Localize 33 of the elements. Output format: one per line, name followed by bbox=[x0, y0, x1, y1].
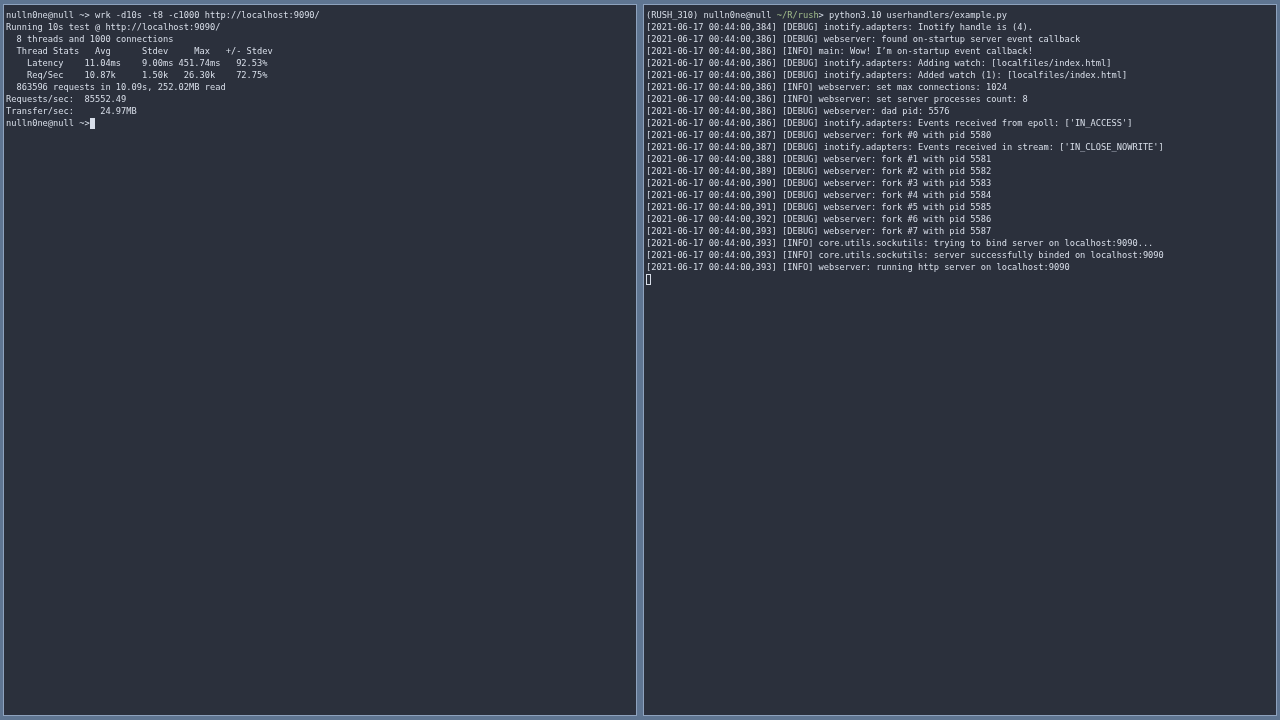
terminal-line: [2021-06-17 00:44:00,386] [INFO] webserver: set max connections: 1024 bbox=[646, 81, 1008, 93]
terminal-line: [2021-06-17 00:44:00,393] [INFO] core.utils.sockutils: server successfully binded on localhost:9090 bbox=[646, 249, 1165, 261]
prompt-text: nulln0ne@null ~> bbox=[6, 117, 90, 129]
terminal-pane[interactable] bbox=[643, 4, 1277, 716]
terminal-line: Requests/sec: 85552.49 bbox=[6, 93, 128, 105]
terminal-line: [2021-06-17 00:44:00,386] [INFO] webserver: set server processes count: 8 bbox=[646, 93, 1029, 105]
terminal-line: [2021-06-17 00:44:00,390] [DEBUG] webserver: fork #3 with pid 5583 bbox=[646, 177, 993, 189]
terminal-line: [2021-06-17 00:44:00,387] [DEBUG] inotify.adapters: Events received in stream: ['IN_CLOSE_NOWRITE'] bbox=[646, 141, 1165, 153]
terminal-line: Latency 11.04ms 9.00ms 451.74ms 92.53% bbox=[25, 57, 269, 69]
prompt-line: (RUSH_310) nulln0ne@null ~/R/rush> python3.10 userhandlers/example.py bbox=[646, 9, 1008, 21]
terminal-line: [2021-06-17 00:44:00,391] [DEBUG] webserver: fork #5 with pid 5585 bbox=[646, 201, 993, 213]
terminal-line: [2021-06-17 00:44:00,392] [DEBUG] webserver: fork #6 with pid 5586 bbox=[646, 213, 993, 225]
terminal-line: [2021-06-17 00:44:00,387] [DEBUG] webserver: fork #0 with pid 5580 bbox=[646, 129, 993, 141]
terminal-line: 8 threads and 1000 connections bbox=[15, 33, 175, 45]
terminal-line: [2021-06-17 00:44:00,384] [DEBUG] inotify.adapters: Inotify handle is (4). bbox=[646, 21, 1035, 33]
terminal-line: [2021-06-17 00:44:00,386] [DEBUG] webserver: found on-startup server event callback bbox=[646, 33, 1082, 45]
terminal-line: nulln0ne@null ~> wrk -d10s -t8 -c1000 http://localhost:9090/ bbox=[6, 9, 321, 21]
terminal-line: [2021-06-17 00:44:00,388] [DEBUG] webserver: fork #1 with pid 5581 bbox=[646, 153, 993, 165]
terminal-line: Running 10s test @ http://localhost:9090/ bbox=[6, 21, 222, 33]
terminal-line: Transfer/sec: 24.97MB bbox=[6, 105, 138, 117]
terminal-line: 863596 requests in 10.09s, 252.02MB read bbox=[15, 81, 227, 93]
terminal-line: Thread Stats Avg Stdev Max +/- Stdev bbox=[15, 45, 274, 57]
terminal-line: [2021-06-17 00:44:00,389] [DEBUG] webserver: fork #2 with pid 5582 bbox=[646, 165, 993, 177]
terminal-line: [2021-06-17 00:44:00,393] [INFO] core.utils.sockutils: trying to bind server on localhost:9090... bbox=[646, 237, 1155, 249]
terminal-line: [2021-06-17 00:44:00,386] [DEBUG] inotify.adapters: Adding watch: [localfiles/index.html] bbox=[646, 57, 1113, 69]
terminal-line: [2021-06-17 00:44:00,386] [INFO] main: Wow! I’m on-startup event callback! bbox=[646, 45, 1035, 57]
terminal-line: [2021-06-17 00:44:00,386] [DEBUG] webserver: dad pid: 5576 bbox=[646, 105, 951, 117]
terminal-line: Req/Sec 10.87k 1.50k 26.30k 72.75% bbox=[25, 69, 269, 81]
terminal-line: [2021-06-17 00:44:00,386] [DEBUG] inotify.adapters: Added watch (1): [localfiles/index.html] bbox=[646, 69, 1129, 81]
terminal-line: [2021-06-17 00:44:00,390] [DEBUG] webserver: fork #4 with pid 5584 bbox=[646, 189, 993, 201]
terminal-line: [2021-06-17 00:44:00,393] [INFO] webserver: running http server on localhost:9090 bbox=[646, 261, 1071, 273]
terminal-line: [2021-06-17 00:44:00,393] [DEBUG] webserver: fork #7 with pid 5587 bbox=[646, 225, 993, 237]
terminal-line: [2021-06-17 00:44:00,386] [DEBUG] inotify.adapters: Events received from epoll: ['IN_ACCESS'] bbox=[646, 117, 1134, 129]
